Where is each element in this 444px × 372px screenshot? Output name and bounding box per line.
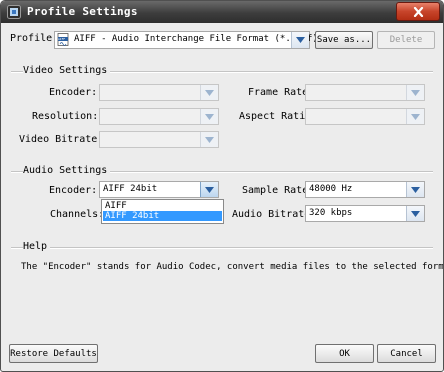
- audio-encoder-select[interactable]: AIFF 24bit: [99, 181, 219, 198]
- help-section-divider: [11, 247, 433, 249]
- help-heading: Help: [23, 241, 51, 252]
- save-as-button[interactable]: Save as...: [315, 31, 373, 49]
- delete-button[interactable]: Delete: [377, 31, 435, 49]
- sample-rate-value: 48000 Hz: [309, 184, 353, 194]
- chevron-down-icon: [411, 89, 420, 96]
- sample-rate-label: Sample Rate:: [242, 185, 315, 196]
- aspect-ratio-select[interactable]: [305, 108, 425, 125]
- profile-settings-window: Profile Settings Profile: AIFF AIFF - Au…: [0, 0, 444, 372]
- audio-settings-heading: Audio Settings: [23, 165, 111, 176]
- profile-select[interactable]: AIFF AIFF - Audio Interchange File Forma…: [54, 31, 318, 49]
- cancel-button[interactable]: Cancel: [377, 344, 436, 363]
- profile-label: Profile:: [10, 33, 59, 44]
- video-bitrate-label: Video Bitrate:: [19, 134, 104, 145]
- chevron-down-icon: [296, 37, 305, 43]
- dialog-body: Profile: AIFF AIFF - Audio Interchange F…: [4, 24, 443, 368]
- audio-bitrate-label: Audio Bitrate:: [232, 209, 317, 220]
- chevron-down-icon: [205, 186, 214, 193]
- video-encoder-select[interactable]: [99, 84, 219, 101]
- resolution-label: Resolution:: [32, 111, 99, 122]
- chevron-down-icon: [205, 89, 214, 96]
- sample-rate-select[interactable]: 48000 Hz: [305, 181, 425, 198]
- video-bitrate-select[interactable]: [99, 131, 219, 148]
- chevron-down-icon: [205, 113, 214, 120]
- window-title: Profile Settings: [27, 5, 138, 18]
- title-bar[interactable]: Profile Settings: [1, 1, 443, 23]
- app-icon: [7, 5, 21, 19]
- chevron-down-icon: [205, 136, 214, 143]
- chevron-down-icon: [411, 113, 420, 120]
- chevron-down-icon: [411, 210, 420, 217]
- help-text: The "Encoder" stands for Audio Codec, co…: [21, 262, 444, 272]
- audio-bitrate-select[interactable]: 320 kbps: [305, 205, 425, 222]
- profile-dropdown-arrow[interactable]: [291, 32, 309, 48]
- restore-defaults-button[interactable]: Restore Defaults: [9, 344, 98, 363]
- audio-encoder-label: Encoder:: [49, 185, 98, 196]
- ok-button[interactable]: OK: [315, 344, 374, 363]
- audio-encoder-options-list: AIFF AIFF 24bit: [101, 199, 224, 224]
- chevron-down-icon: [411, 186, 420, 193]
- resolution-select[interactable]: [99, 108, 219, 125]
- audio-encoder-value: AIFF 24bit: [103, 184, 158, 194]
- close-icon: [413, 6, 423, 17]
- frame-rate-select[interactable]: [305, 84, 425, 101]
- close-button[interactable]: [396, 2, 440, 21]
- profile-value: AIFF - Audio Interchange File Format (*.…: [74, 34, 318, 44]
- encoder-option-aiff-24bit[interactable]: AIFF 24bit: [103, 211, 222, 221]
- encoder-option-aiff[interactable]: AIFF: [103, 201, 222, 211]
- channels-label: Channels:: [50, 209, 105, 220]
- aiff-format-icon: AIFF: [57, 33, 70, 46]
- video-encoder-label: Encoder:: [49, 87, 98, 98]
- video-settings-heading: Video Settings: [23, 65, 111, 76]
- audio-bitrate-value: 320 kbps: [309, 208, 353, 218]
